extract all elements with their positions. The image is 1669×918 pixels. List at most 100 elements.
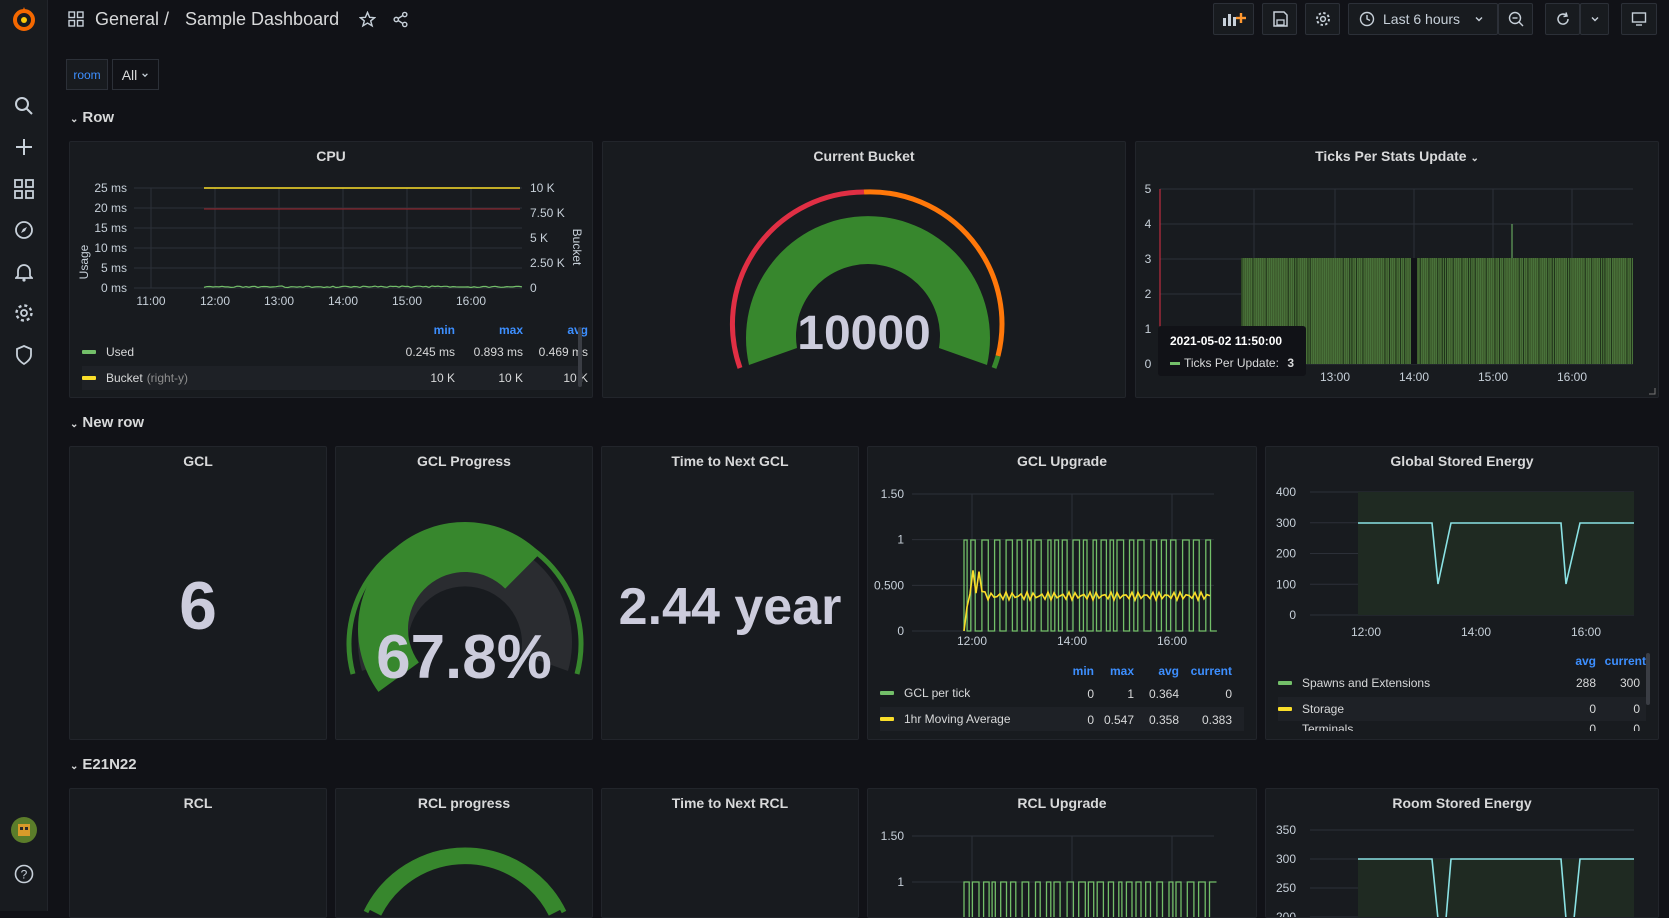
page-title[interactable]: Sample Dashboard (185, 9, 339, 30)
time-to-next-gcl-panel[interactable]: Time to Next GCL 2.44 year (601, 446, 859, 740)
row-header-e21n22[interactable]: ⌄ E21N22 (70, 756, 137, 773)
legend-scrollbar[interactable] (1646, 653, 1650, 705)
x-tick-label: 12:00 (200, 294, 230, 308)
plus-icon[interactable] (10, 133, 38, 161)
y-tick-label-right: 7.50 K (530, 206, 565, 220)
gcl-progress-panel[interactable]: GCL Progress 67.8% (335, 446, 593, 740)
shield-icon[interactable] (10, 341, 38, 369)
rcl-per-tick-line (964, 882, 1217, 918)
legend-swatch (82, 376, 96, 380)
rcl-progress-panel[interactable]: RCL progress (335, 788, 593, 918)
legend-name: Terminals (1302, 723, 1353, 731)
chevron-down-icon: ⌄ (70, 419, 78, 430)
legend-value: 0 (1556, 702, 1596, 716)
help-icon[interactable]: ? (10, 860, 38, 888)
explore-icon[interactable] (10, 216, 38, 244)
graph-tooltip: 2021-05-02 11:50:00 Ticks Per Update: 3 (1158, 326, 1306, 376)
zoom-out-button[interactable] (1498, 3, 1533, 35)
y-tick-label: 0 (1145, 357, 1152, 371)
global-stored-energy-panel[interactable]: Global Stored Energy 400 300 200 100 0 12:00 1… (1265, 446, 1659, 740)
legend-swatch (1170, 362, 1180, 365)
x-tick-label: 12:00 (957, 634, 987, 648)
save-dashboard-button[interactable] (1262, 3, 1297, 35)
gear-icon[interactable] (10, 299, 38, 327)
gauge-value: 67.8% (336, 622, 592, 693)
legend-value: 0.547 (1094, 713, 1134, 727)
refresh-icon (1555, 11, 1571, 27)
star-icon[interactable] (359, 11, 376, 31)
grafana-logo-icon[interactable] (10, 6, 38, 34)
y-tick-label: 1 (897, 533, 904, 547)
legend-name: Used (106, 345, 134, 359)
search-icon[interactable] (10, 92, 38, 120)
gauge-value: 10000 (603, 306, 1125, 361)
rcl-panel[interactable]: RCL (69, 788, 327, 918)
x-tick-label: 14:00 (1399, 370, 1429, 384)
ticks-panel[interactable]: Ticks Per Stats Update ⌄ 5 4 3 2 1 0 13:00 14:0… (1135, 141, 1659, 398)
y-tick-label-right: 2.50 K (530, 256, 565, 270)
dashboards-grid-icon (68, 11, 84, 30)
svg-text:?: ? (21, 868, 28, 882)
avatar[interactable] (10, 816, 38, 844)
share-icon[interactable] (392, 11, 409, 31)
panel-title: Time to Next RCL (602, 795, 858, 811)
tooltip-value: 3 (1287, 356, 1294, 370)
y-tick-label-left: 15 ms (94, 221, 127, 235)
y-tick-label: 5 (1145, 182, 1152, 196)
room-variable-label: room (66, 59, 108, 90)
legend-row-terminals[interactable]: Terminals 0 0 (1266, 723, 1658, 731)
y-tick-label: 2 (1145, 287, 1152, 301)
current-bucket-panel[interactable]: Current Bucket 10000 (602, 141, 1126, 398)
resize-handle-icon[interactable] (1648, 387, 1656, 395)
y-tick-label: 1.50 (881, 487, 905, 501)
y-tick-label: 0 (1289, 608, 1296, 622)
room-variable-select[interactable]: All (112, 59, 159, 90)
refresh-button[interactable] (1545, 3, 1580, 35)
legend-header-avg[interactable]: avg (1139, 664, 1179, 678)
bell-icon[interactable] (10, 258, 38, 286)
rcl-upgrade-graph: 1.501 (868, 789, 1257, 918)
gcl-panel[interactable]: GCL 6 (69, 446, 327, 740)
cog-icon (1315, 11, 1331, 27)
time-to-next-rcl-panel[interactable]: Time to Next RCL (601, 788, 859, 918)
room-stored-energy-panel[interactable]: Room Stored Energy 350 300 250 200 (1265, 788, 1659, 918)
x-tick-label: 15:00 (1478, 370, 1508, 384)
x-tick-label: 14:00 (1461, 625, 1491, 639)
legend-header-avg[interactable]: avg (1556, 654, 1596, 668)
chevron-down-icon (141, 71, 149, 79)
room-energy-area (1358, 859, 1634, 918)
legend-header-current[interactable]: current (1182, 664, 1232, 678)
legend-value: 0.364 (1139, 687, 1179, 701)
legend-header-current[interactable]: current (1596, 654, 1646, 668)
legend-scrollbar[interactable] (578, 327, 582, 387)
room-energy-graph: 350300250200 (1266, 789, 1659, 918)
chevron-down-icon (1474, 14, 1484, 24)
legend-value: 0.245 ms (395, 345, 455, 359)
row-header-row[interactable]: ⌄ Row (70, 109, 114, 126)
add-panel-button[interactable] (1213, 3, 1254, 35)
x-tick-label: 16:00 (1557, 370, 1587, 384)
y-tick-label: 0 (897, 624, 904, 638)
cpu-panel[interactable]: CPU 25 ms 20 ms 15 ms 10 ms 5 ms 0 ms 10 K 7.50… (69, 141, 593, 398)
rcl-upgrade-panel[interactable]: RCL Upgrade 1.50 1 (867, 788, 1257, 918)
settings-button[interactable] (1305, 3, 1340, 35)
y-tick-label: 300 (1276, 852, 1296, 866)
y-tick-label-right: 0 (530, 281, 537, 295)
legend-header-min[interactable]: min (395, 323, 455, 337)
gcl-upgrade-panel[interactable]: GCL Upgrade 1.50 1 0.500 0 12:00 14:00 16:00 m… (867, 446, 1257, 740)
legend-header-max[interactable]: max (463, 323, 523, 337)
x-tick-label: 13:00 (1320, 370, 1350, 384)
time-range-picker[interactable]: Last 6 hours (1348, 3, 1498, 35)
legend-value: 0 (1054, 687, 1094, 701)
dashboards-icon[interactable] (10, 175, 38, 203)
y-tick-label-left: 0 ms (101, 281, 127, 295)
legend-value: 288 (1556, 676, 1596, 690)
row-header-new-row[interactable]: ⌄ New row (70, 414, 144, 431)
legend-name: Spawns and Extensions (1302, 676, 1430, 690)
legend-header-max[interactable]: max (1094, 664, 1134, 678)
legend-name: 1hr Moving Average (904, 712, 1011, 726)
view-mode-button[interactable] (1621, 3, 1657, 35)
legend-header-min[interactable]: min (1054, 664, 1094, 678)
refresh-interval-dropdown[interactable] (1580, 3, 1609, 35)
breadcrumb-folder[interactable]: General (95, 9, 159, 30)
